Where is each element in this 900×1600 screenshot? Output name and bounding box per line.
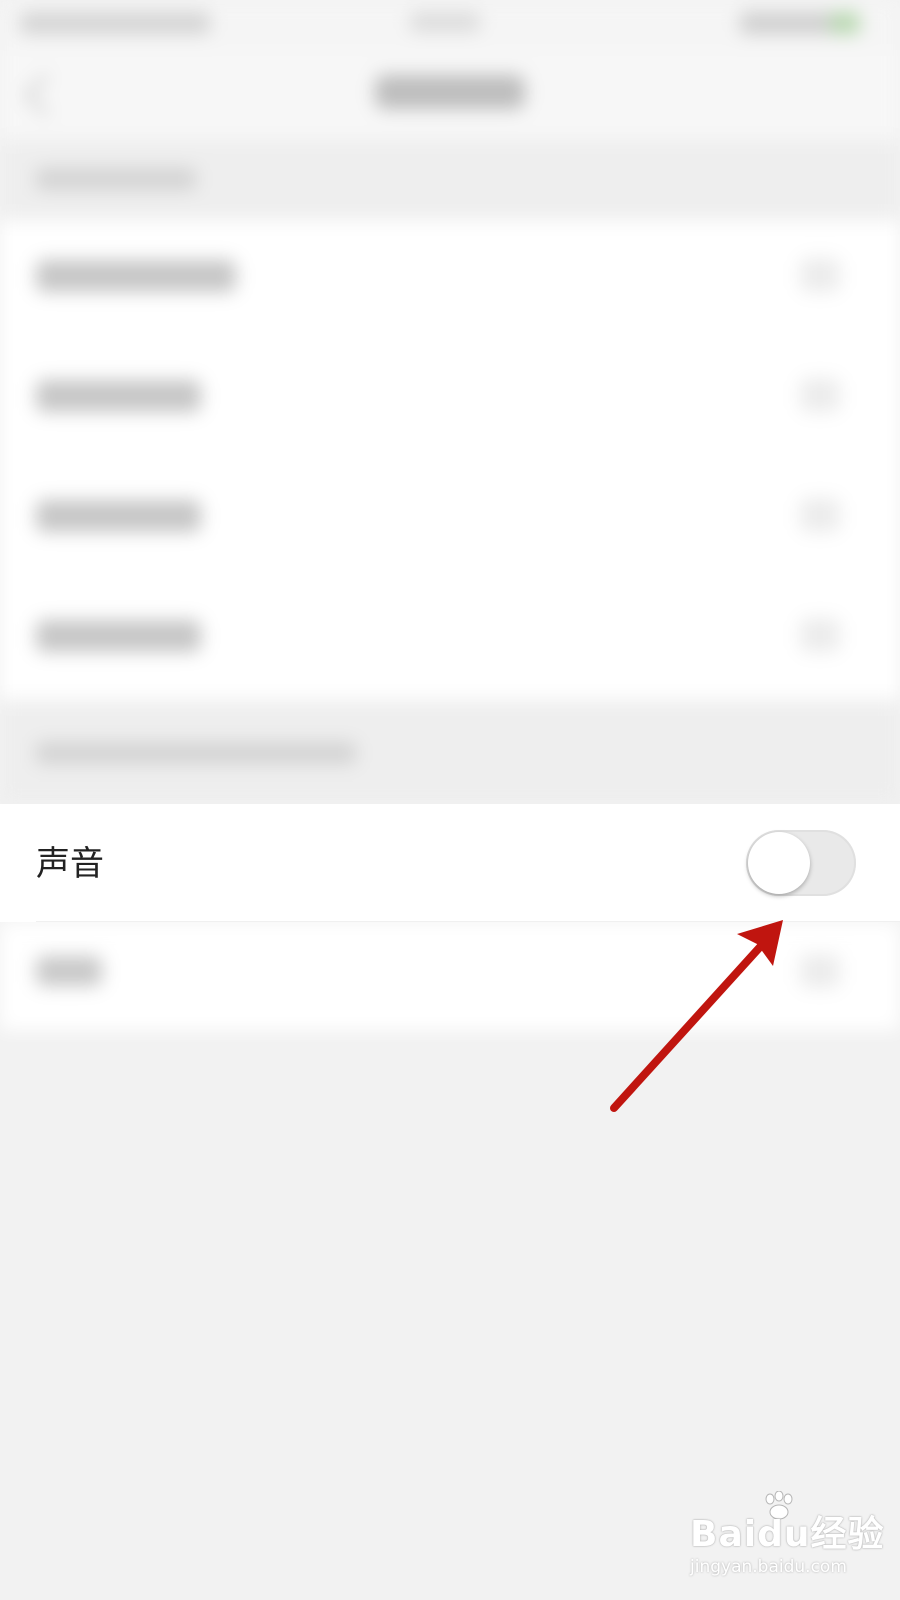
- settings-row[interactable]: [0, 220, 900, 340]
- status-bar: [0, 0, 900, 50]
- sound-setting-row: 声音: [0, 804, 900, 922]
- watermark-logo-text: Baidu经验: [690, 1514, 885, 1555]
- sound-toggle[interactable]: [746, 830, 856, 896]
- settings-row[interactable]: [0, 460, 900, 580]
- section-header: [0, 140, 900, 220]
- settings-row[interactable]: [0, 922, 900, 1030]
- settings-group: [0, 220, 900, 700]
- page-title: [375, 75, 525, 109]
- row-divider: [36, 921, 900, 922]
- sound-label: 声音: [36, 844, 104, 884]
- toggle-knob: [748, 832, 810, 894]
- back-arrow-icon[interactable]: [23, 73, 67, 117]
- watermark-url: jingyan.baidu.com: [690, 1557, 847, 1577]
- baidu-jingyan-watermark: Baidu经验 jingyan.baidu.com: [690, 1491, 890, 1585]
- status-bar-carrier: [20, 12, 210, 34]
- navigation-bar: [0, 50, 900, 140]
- section-header: [0, 700, 900, 804]
- status-bar-time: [410, 12, 480, 32]
- status-bar-battery-icon: [740, 12, 860, 34]
- settings-row[interactable]: [0, 340, 900, 460]
- settings-row[interactable]: [0, 580, 900, 700]
